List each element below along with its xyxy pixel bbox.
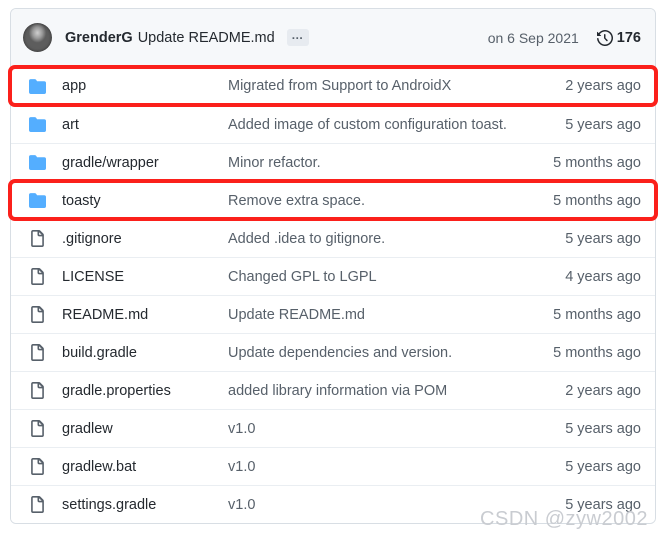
last-commit-time: 5 years ago [565, 458, 641, 475]
last-commit-time: 5 years ago [565, 420, 641, 437]
file-list: app Migrated from Support to AndroidX 2 ye… [11, 67, 655, 523]
file-icon [31, 458, 44, 475]
file-icon [31, 306, 44, 323]
commit-message-link[interactable]: v1.0 [228, 421, 555, 437]
latest-commit-header: GrenderG Update README.md … on 6 Sep 202… [11, 9, 655, 67]
file-icon [31, 496, 44, 513]
commit-message-link[interactable]: Minor refactor. [228, 155, 543, 171]
file-icon [31, 382, 44, 399]
file-name-link[interactable]: README.md [62, 307, 228, 323]
folder-icon [29, 193, 46, 208]
file-name-link[interactable]: gradle.properties [62, 383, 228, 399]
table-row[interactable]: gradle/wrapper Minor refactor. 5 months ag… [11, 143, 655, 181]
commit-history-link[interactable]: 176 [596, 29, 641, 46]
file-name-link[interactable]: app [62, 78, 228, 94]
last-commit-time: 5 years ago [565, 230, 641, 247]
table-row[interactable]: art Added image of custom configuration t… [11, 105, 655, 143]
commit-message-link[interactable]: Migrated from Support to AndroidX [228, 78, 555, 94]
avatar[interactable] [23, 23, 52, 52]
file-name-link[interactable]: gradlew.bat [62, 459, 228, 475]
last-commit-time: 5 months ago [553, 344, 641, 361]
commit-message-link[interactable]: v1.0 [228, 459, 555, 475]
folder-icon [29, 78, 46, 94]
commit-message-link[interactable]: added library information via POM [228, 383, 555, 399]
table-row[interactable]: app Migrated from Support to AndroidX 2 ye… [11, 67, 655, 105]
last-commit-time: 5 months ago [553, 192, 641, 209]
last-commit-time: 5 months ago [553, 306, 641, 323]
file-name-link[interactable]: settings.gradle [62, 497, 228, 513]
commit-message-link[interactable]: Update README.md [228, 307, 543, 323]
file-name-link[interactable]: LICENSE [62, 269, 228, 285]
file-icon [31, 420, 44, 437]
file-icon [31, 344, 44, 361]
commit-message-link[interactable]: Added image of custom configuration toas… [228, 117, 555, 133]
file-name-link[interactable]: gradlew [62, 421, 228, 437]
watermark: CSDN @zyw2002 [480, 508, 648, 530]
last-commit-time: 2 years ago [565, 382, 641, 399]
table-row[interactable]: README.md Update README.md 5 months ago [11, 295, 655, 333]
table-row[interactable]: LICENSE Changed GPL to LGPL 4 years ago [11, 257, 655, 295]
file-name-link[interactable]: toasty [62, 193, 228, 209]
commit-message-link[interactable]: Remove extra space. [228, 193, 543, 209]
file-name-link[interactable]: .gitignore [62, 231, 228, 247]
last-commit-time: 5 years ago [565, 116, 641, 133]
file-name-link[interactable]: gradle/wrapper [62, 155, 228, 171]
history-clock-icon [596, 29, 613, 46]
table-row[interactable]: gradlew v1.0 5 years ago [11, 409, 655, 447]
latest-commit-message[interactable]: Update README.md [138, 30, 275, 46]
last-commit-time: 4 years ago [565, 268, 641, 285]
commit-message-link[interactable]: Changed GPL to LGPL [228, 269, 555, 285]
last-commit-time: 5 months ago [553, 154, 641, 171]
commit-message-link[interactable]: Update dependencies and version. [228, 345, 543, 361]
commit-count-label: 176 [616, 29, 641, 46]
commit-message-link[interactable]: Added .idea to gitignore. [228, 231, 555, 247]
file-icon [31, 230, 44, 247]
folder-icon [29, 155, 46, 170]
repository-file-browser: GrenderG Update README.md … on 6 Sep 202… [10, 8, 656, 524]
commit-expand-ellipsis-button[interactable]: … [286, 29, 309, 46]
commit-author-name[interactable]: GrenderG [65, 30, 133, 46]
table-row[interactable]: build.gradle Update dependencies and vers… [11, 333, 655, 371]
table-row[interactable]: .gitignore Added .idea to gitignore. 5 yea… [11, 219, 655, 257]
file-name-link[interactable]: art [62, 117, 228, 133]
file-icon [31, 268, 44, 285]
last-commit-time: 2 years ago [565, 78, 641, 94]
table-row[interactable]: gradlew.bat v1.0 5 years ago [11, 447, 655, 485]
table-row[interactable]: gradle.properties added library informati… [11, 371, 655, 409]
file-name-link[interactable]: build.gradle [62, 345, 228, 361]
latest-commit-date: on 6 Sep 2021 [487, 29, 579, 46]
folder-icon [29, 117, 46, 132]
table-row[interactable]: toasty Remove extra space. 5 months ago [11, 181, 655, 219]
